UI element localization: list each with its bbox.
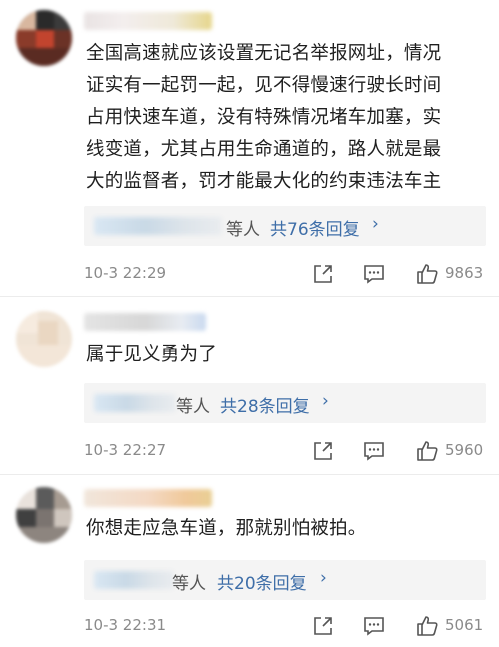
comment-icon[interactable] [362, 439, 386, 463]
comment-text-line: 你想走应急车道，那就别怕被拍。 [86, 518, 367, 539]
like-count: 9863 [445, 264, 484, 282]
reply-summary[interactable]: 等人 共20条回复 › [84, 560, 486, 600]
reply-usernames [94, 571, 174, 589]
comment-text: 你想走应急车道，那就别怕被拍。 [86, 513, 485, 545]
comment-text-line: 占用快速车道，没有特殊情况堵车加塞，实 [86, 107, 442, 128]
reply-count-link[interactable]: 共28条回复 [220, 392, 310, 417]
reply-count-link[interactable]: 共76条回复 [270, 215, 360, 240]
username[interactable] [84, 489, 212, 507]
share-icon[interactable] [311, 439, 335, 463]
avatar[interactable] [16, 311, 72, 367]
comment-text-line: 全国高速就应该设置无记名举报网址，情况 [86, 43, 442, 64]
reply-suffix: 等人 [172, 574, 206, 594]
thumbs-up-icon[interactable] [415, 614, 439, 638]
like-count: 5061 [445, 616, 484, 634]
share-icon[interactable] [311, 262, 335, 286]
comment-text-line: 属于见义勇为了 [86, 344, 217, 365]
comment-item: 你想走应急车道，那就别怕被拍。 等人 共20条回复 › 10-3 22:31 5… [0, 474, 499, 647]
comment-icon[interactable] [362, 262, 386, 286]
reply-summary[interactable]: 等人 共28条回复 › [84, 383, 486, 423]
reply-suffix: 等人 [176, 397, 210, 417]
comment-item: 全国高速就应该设置无记名举报网址，情况 证实有一起罚一起，见不得慢速行驶长时间 … [0, 0, 499, 296]
comment-meta: 10-3 22:31 5061 [84, 614, 485, 638]
reply-summary[interactable]: 等人 共76条回复 › [84, 206, 486, 246]
comment-text: 属于见义勇为了 [86, 339, 485, 371]
timestamp: 10-3 22:29 [84, 264, 167, 282]
comment-meta: 10-3 22:29 9863 [84, 262, 485, 286]
chevron-right-icon: › [320, 568, 327, 588]
reply-usernames [94, 217, 222, 235]
comment-text-line: 证实有一起罚一起，见不得慢速行驶长时间 [86, 75, 442, 96]
reply-suffix: 等人 [226, 220, 260, 240]
comment-text: 全国高速就应该设置无记名举报网址，情况 证实有一起罚一起，见不得慢速行驶长时间 … [86, 38, 485, 198]
comment-icon[interactable] [362, 614, 386, 638]
thumbs-up-icon[interactable] [415, 262, 439, 286]
comment-text-line: 线变道，尤其占用生命通道的，路人就是最 [86, 139, 442, 160]
reply-count-link[interactable]: 共20条回复 [217, 569, 307, 594]
timestamp: 10-3 22:27 [84, 441, 167, 459]
avatar[interactable] [16, 10, 72, 66]
username[interactable] [84, 313, 206, 331]
comment-text-line: 大的监督者，罚才能最大化的约束违法车主 [86, 171, 442, 192]
like-count: 5960 [445, 441, 484, 459]
chevron-right-icon: › [322, 391, 329, 411]
thumbs-up-icon[interactable] [415, 439, 439, 463]
share-icon[interactable] [311, 614, 335, 638]
avatar[interactable] [16, 487, 72, 543]
comment-meta: 10-3 22:27 5960 [84, 439, 485, 463]
comment-item: 属于见义勇为了 等人 共28条回复 › 10-3 22:27 5960 [0, 296, 499, 474]
reply-usernames [94, 394, 176, 412]
chevron-right-icon: › [372, 214, 379, 234]
timestamp: 10-3 22:31 [84, 616, 167, 634]
username[interactable] [84, 12, 212, 30]
